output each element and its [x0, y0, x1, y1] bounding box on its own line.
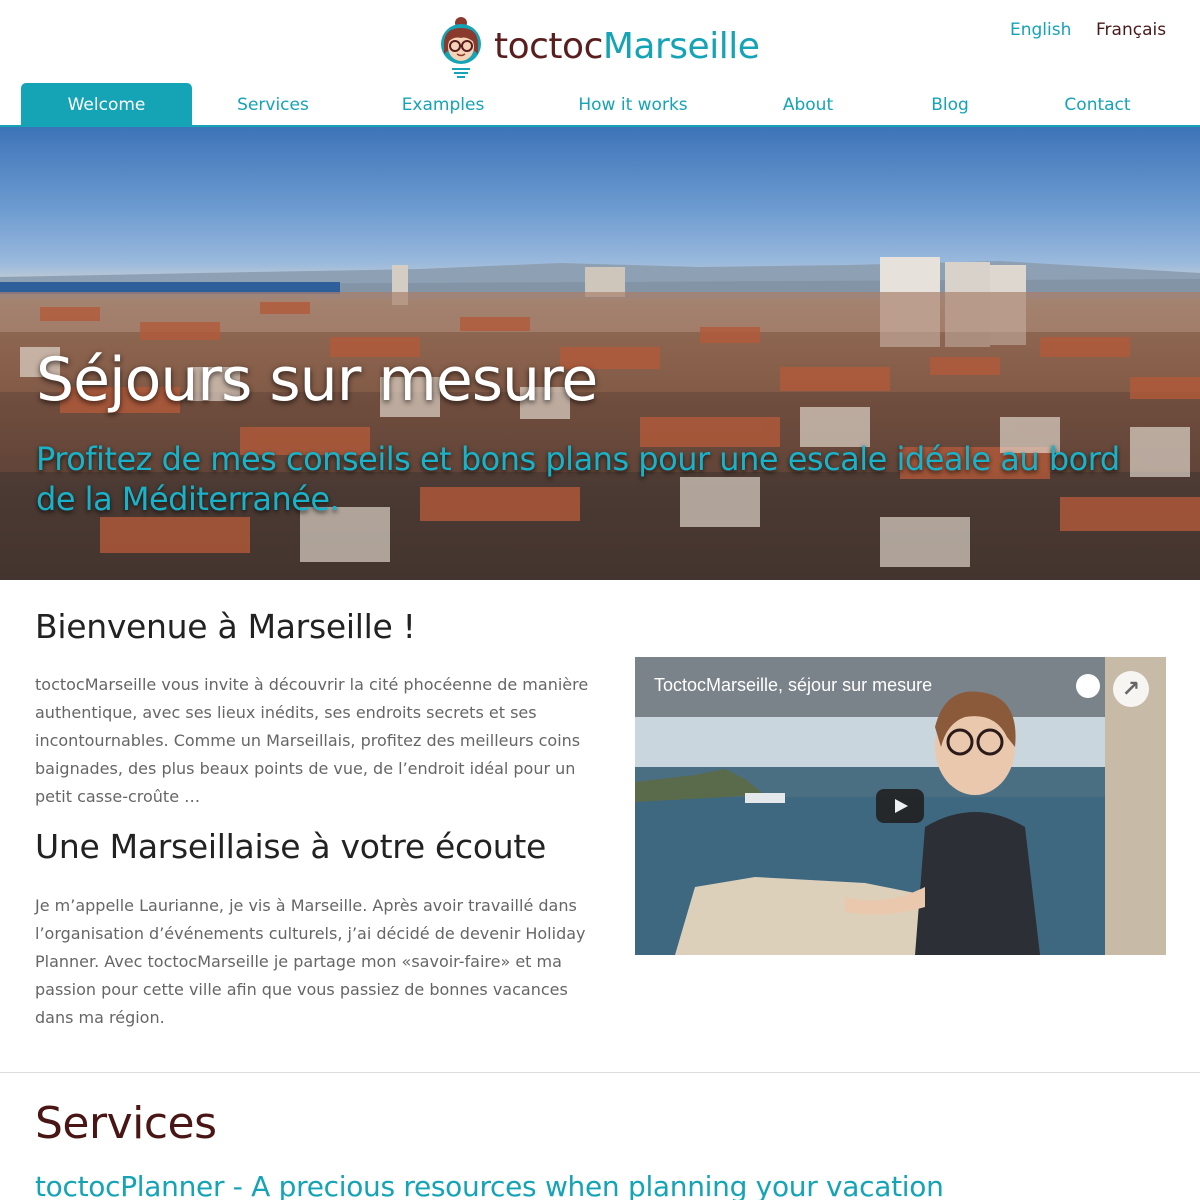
nav-item-services[interactable]: Services	[200, 83, 346, 127]
youtube-video-embed[interactable]: ToctocMarseille, séjour sur mesure ↗	[635, 657, 1166, 955]
nav-item-welcome[interactable]: Welcome	[21, 83, 192, 127]
watch-later-icon[interactable]	[1076, 674, 1100, 698]
welcome-intro-text: toctocMarseille vous invite à découvrir …	[35, 675, 589, 806]
nav-item-blog[interactable]: Blog	[900, 83, 1000, 127]
nav-item-examples[interactable]: Examples	[370, 83, 516, 127]
hero-banner: Séjours sur mesure Profitez de mes conse…	[0, 127, 1200, 580]
logo-text-part1: toctoc	[494, 26, 603, 67]
logo-text-part2: Marseille	[602, 26, 760, 67]
logo-girl-icon	[438, 14, 484, 80]
site-logo[interactable]: toctocMarseille	[438, 12, 760, 82]
play-button[interactable]	[876, 789, 924, 823]
welcome-section: Bienvenue à Marseille ! toctocMarseille …	[0, 580, 1200, 1073]
language-french-link[interactable]: Français	[1096, 20, 1166, 40]
services-subheading: toctocPlanner - A precious resources whe…	[35, 1170, 944, 1200]
nav-item-about[interactable]: About	[748, 83, 868, 127]
services-heading: Services	[35, 1098, 217, 1149]
nav-item-contact[interactable]: Contact	[1040, 83, 1155, 127]
hero-subtitle: Profitez de mes conseils et bons plans p…	[36, 440, 1120, 518]
share-icon[interactable]: ↗	[1113, 671, 1149, 707]
nav-item-how-it-works[interactable]: How it works	[550, 83, 716, 127]
language-english-link[interactable]: English	[1010, 20, 1071, 40]
main-nav: Welcome Services Examples How it works A…	[0, 83, 1200, 127]
welcome-heading: Bienvenue à Marseille !	[35, 607, 416, 646]
hero-title: Séjours sur mesure	[36, 345, 598, 415]
site-header: toctocMarseille English Français Welcome…	[0, 0, 1200, 128]
logo-wordmark: toctocMarseille	[494, 26, 760, 67]
video-title: ToctocMarseille, séjour sur mesure	[654, 675, 933, 695]
about-text: Je m’appelle Laurianne, je vis à Marseil…	[35, 896, 586, 1027]
about-heading: Une Marseillaise à votre écoute	[35, 827, 546, 866]
